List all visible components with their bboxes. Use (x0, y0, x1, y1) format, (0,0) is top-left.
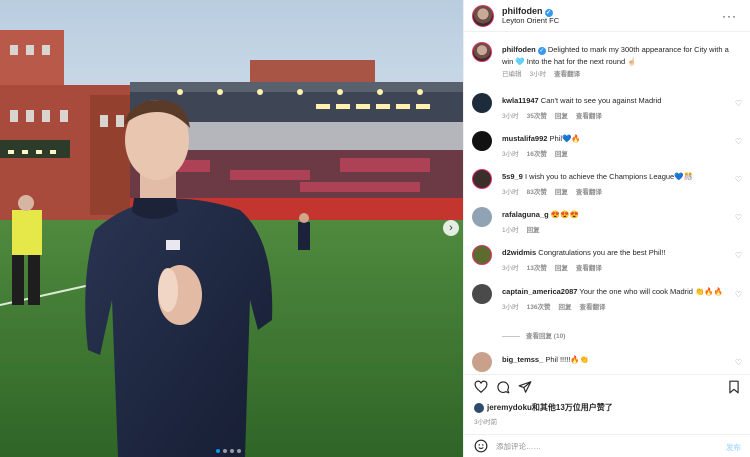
post-photo[interactable]: › (0, 0, 463, 457)
post-comment-button[interactable]: 发布 (726, 442, 741, 453)
translate-button[interactable]: 查看翻译 (576, 187, 602, 199)
translate-button[interactable]: 查看翻译 (576, 111, 602, 123)
reply-button[interactable]: 回复 (555, 187, 568, 199)
comment-likes[interactable]: 16次赞 (527, 149, 547, 161)
caption-text: Delighted to mark my 300th appearance fo… (502, 45, 729, 66)
comment-time: 3小时 (502, 150, 519, 158)
comment-time: 1小时 (502, 226, 519, 234)
commenter-avatar[interactable] (472, 284, 492, 304)
caption-time: 3小时 (529, 71, 547, 78)
comment-time: 3小时 (502, 112, 519, 120)
emoji-icon[interactable] (474, 439, 488, 453)
view-replies-button[interactable]: 查看回复 (10) (502, 330, 565, 340)
comment-icon[interactable] (496, 380, 510, 394)
carousel-dot (216, 449, 220, 453)
verified-badge-icon: ✓ (537, 47, 546, 55)
translate-button[interactable]: 查看翻译 (554, 69, 580, 81)
post-timestamp: 3小时前 (474, 419, 498, 426)
photo-illustration (0, 0, 463, 457)
comment-text: I wish you to achieve the Champions Leag… (524, 172, 693, 181)
carousel-indicator (216, 449, 241, 453)
post-sidebar: philfoden ✓ Leyton Orient FC ··· philfode… (463, 0, 750, 457)
comment-text: Congratulations you are the best Phil!! (538, 248, 666, 257)
comment-composer: 发布 (464, 434, 750, 457)
comment-username[interactable]: d2widmis (502, 248, 536, 257)
chevron-right-icon[interactable]: › (443, 220, 459, 236)
carousel-dot (230, 449, 234, 453)
comment-username[interactable]: big_temss_ (502, 355, 543, 364)
carousel-dot (237, 449, 241, 453)
comment-username[interactable]: rafalaguna_g (502, 210, 549, 219)
commenter-avatar[interactable] (472, 93, 492, 113)
heart-icon[interactable]: ♡ (735, 358, 742, 367)
heart-icon[interactable]: ♡ (735, 213, 742, 222)
heart-icon[interactable]: ♡ (735, 137, 742, 146)
comment-text: 😍😍😍 (550, 210, 579, 219)
heart-icon[interactable]: ♡ (735, 251, 742, 260)
post-header: philfoden ✓ Leyton Orient FC ··· (464, 0, 750, 32)
heart-icon[interactable]: ♡ (735, 290, 742, 299)
commenter-avatar[interactable] (472, 131, 492, 151)
translate-button[interactable]: 查看翻译 (576, 263, 602, 275)
commenter-avatar[interactable] (472, 245, 492, 265)
comment-likes[interactable]: 136次赞 (527, 302, 551, 314)
comment-text: Phil !!!!!🔥👏 (545, 355, 590, 364)
commenter-avatar[interactable] (472, 169, 492, 189)
edited-label: 已编辑 (502, 71, 522, 78)
likes-text: jeremydoku和其他13万位用户赞了 (487, 403, 613, 412)
comment-time: 3小时 (502, 264, 519, 272)
comment-username[interactable]: mustalifa992 (502, 134, 547, 143)
comment-username[interactable]: kwla11947 (502, 96, 539, 105)
heart-icon[interactable]: ♡ (735, 99, 742, 108)
commenter-avatar[interactable] (472, 207, 492, 227)
comment-username[interactable]: captain_america2087 (502, 287, 577, 296)
comment-likes[interactable]: 35次赞 (527, 111, 547, 123)
comment-username[interactable]: 5s9_9 (502, 172, 523, 181)
reply-button[interactable]: 回复 (555, 111, 568, 123)
comment-input[interactable] (496, 440, 696, 453)
comment-time: 3小时 (502, 303, 519, 311)
comment-likes[interactable]: 13次赞 (527, 263, 547, 275)
author-avatar[interactable] (472, 4, 494, 27)
bookmark-icon[interactable] (727, 380, 741, 394)
caption-username[interactable]: philfoden (502, 45, 536, 54)
comment-text: Can't wait to see you against Madrid (540, 96, 662, 105)
reply-button[interactable]: 回复 (558, 302, 571, 314)
reply-button[interactable]: 回复 (527, 225, 540, 237)
post-location[interactable]: Leyton Orient FC (502, 16, 559, 26)
action-bar (464, 374, 750, 398)
more-dots-icon[interactable]: ··· (722, 9, 737, 23)
likes-summary[interactable]: jeremydoku和其他13万位用户赞了 (474, 402, 613, 413)
like-heart-icon[interactable] (474, 380, 488, 394)
share-icon[interactable] (518, 380, 532, 394)
comments-list[interactable]: philfoden ✓ Delighted to mark my 300th ap… (464, 36, 750, 374)
reply-button[interactable]: 回复 (555, 149, 568, 161)
translate-button[interactable]: 查看翻译 (579, 302, 605, 314)
author-username[interactable]: philfoden (502, 6, 543, 16)
liker-avatar (474, 402, 484, 413)
reply-button[interactable]: 回复 (555, 263, 568, 275)
comment-text: Your the one who will cook Madrid 👏🔥🔥 (579, 287, 724, 296)
comment-text: Phil💙🔥 (549, 134, 581, 143)
comment-likes[interactable]: 83次赞 (527, 187, 547, 199)
heart-icon[interactable]: ♡ (735, 175, 742, 184)
commenter-avatar[interactable] (472, 352, 492, 372)
comment-time: 3小时 (502, 188, 519, 196)
carousel-dot (223, 449, 227, 453)
caption-avatar[interactable] (472, 42, 492, 62)
